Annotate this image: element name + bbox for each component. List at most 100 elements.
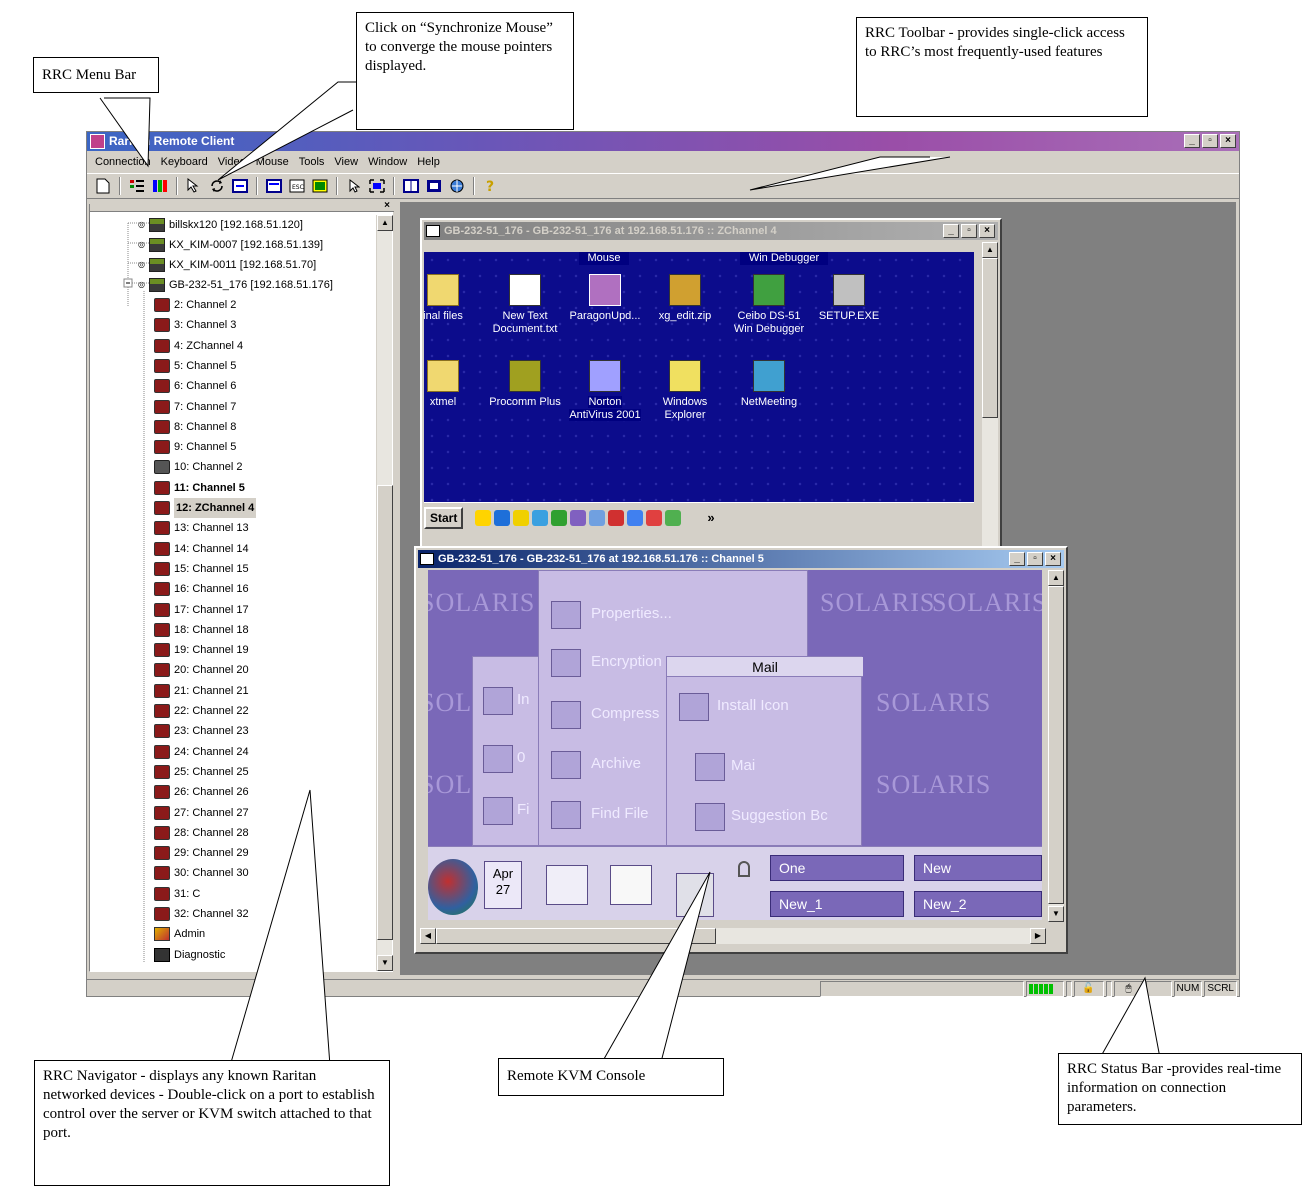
desktop-icon[interactable]: NetMeeting — [730, 360, 808, 409]
workspace-button-new[interactable]: New — [914, 855, 1042, 881]
menu-connection[interactable]: Connection — [90, 156, 156, 168]
close-button[interactable]: × — [979, 224, 995, 238]
lock-icon[interactable] — [738, 861, 750, 877]
port-item[interactable]: Admin — [154, 924, 205, 944]
port-item[interactable]: 19: Channel 19 — [154, 640, 249, 660]
file-manager-icon[interactable] — [546, 865, 588, 905]
mail-item[interactable]: Mai — [731, 757, 755, 774]
port-item[interactable]: 29: Channel 29 — [154, 843, 249, 863]
device-item[interactable]: ◎ GB-232-51_176 [192.168.51.176] — [138, 275, 333, 295]
menu-item-find-file[interactable]: Find File — [591, 805, 649, 822]
port-item[interactable]: Diagnostic — [154, 945, 225, 965]
port-item[interactable]: 16: Channel 16 — [154, 579, 249, 599]
port-item[interactable]: 23: Channel 23 — [154, 721, 249, 741]
menu-item-properties[interactable]: Properties... — [591, 605, 672, 622]
quick-launch-icon[interactable] — [646, 509, 663, 526]
scroll-down-arrow[interactable]: ▼ — [1048, 906, 1064, 922]
desktop-icon[interactable]: Procomm Plus — [486, 360, 564, 409]
workspace-button-one[interactable]: One — [770, 855, 904, 881]
port-item[interactable]: 10: Channel 2 — [154, 457, 243, 477]
port-item[interactable]: 14: Channel 14 — [154, 539, 249, 559]
desktop-icon[interactable]: Windows Explorer — [646, 360, 724, 422]
quick-launch-icon[interactable] — [570, 509, 587, 526]
port-item[interactable]: 17: Channel 17 — [154, 600, 249, 620]
ie-icon[interactable] — [494, 509, 511, 526]
port-item[interactable]: 11: Channel 5 — [154, 478, 245, 498]
scroll-left-arrow[interactable]: ◀ — [420, 928, 436, 944]
close-button[interactable]: × — [1045, 552, 1061, 566]
menu-item-compress[interactable]: Compress — [591, 705, 659, 722]
desktop-icon[interactable]: inal files — [424, 274, 482, 323]
console1-viewport[interactable]: Mouse Win Debugger inal files New Text D… — [424, 242, 980, 548]
find-icon[interactable] — [483, 797, 513, 825]
minimize-button[interactable]: _ — [1009, 552, 1025, 566]
sync-mouse-icon[interactable] — [184, 177, 204, 195]
menu-keyboard[interactable]: Keyboard — [156, 156, 213, 168]
port-item[interactable]: 30: Channel 30 — [154, 863, 249, 883]
desktop-icon[interactable]: SETUP.EXE — [810, 274, 888, 323]
kvm-console-channel5[interactable]: GB-232-51_176 - GB-232-51_176 at 192.168… — [414, 546, 1068, 954]
help-icon[interactable]: ? — [481, 177, 501, 195]
port-item[interactable]: 31: C — [154, 884, 200, 904]
navigator-scrollbar[interactable]: ▲ ▼ — [376, 215, 393, 971]
menu-help[interactable]: Help — [412, 156, 445, 168]
menu-mouse[interactable]: Mouse — [251, 156, 294, 168]
suggestion-icon[interactable] — [695, 803, 725, 831]
remote-desktop-solaris[interactable]: SOLARIS SOLARIS SOLARIS SOLARIS SOLARIS … — [428, 570, 1042, 920]
esc-icon[interactable]: ESC — [287, 177, 307, 195]
port-item[interactable]: 6: Channel 6 — [154, 376, 236, 396]
scroll-up-arrow[interactable]: ▲ — [377, 215, 393, 231]
calendar-icon[interactable] — [483, 745, 513, 773]
minimize-button[interactable]: _ — [943, 224, 959, 238]
quick-launch-icon[interactable] — [665, 509, 682, 526]
install-icon[interactable] — [679, 693, 709, 721]
device-item[interactable]: ◎ billskx120 [192.168.51.120] — [138, 215, 303, 235]
workspace-button-new-2[interactable]: New_2 — [914, 891, 1042, 917]
desktop-icon[interactable]: ParagonUpd... — [566, 274, 644, 323]
calendar-icon[interactable]: Apr 27 — [484, 861, 522, 909]
close-button[interactable]: × — [1220, 134, 1236, 148]
minimize-button[interactable]: _ — [1184, 134, 1200, 148]
quick-launch-icon[interactable] — [589, 509, 606, 526]
scroll-thumb[interactable] — [377, 485, 393, 940]
refresh-icon[interactable] — [207, 177, 227, 195]
scroll-down-arrow[interactable]: ▼ — [377, 955, 393, 971]
fullscreen-icon[interactable] — [367, 177, 387, 195]
mail-icon[interactable] — [695, 753, 725, 781]
connection-icon[interactable] — [447, 177, 467, 195]
desktop-icon[interactable]: Ceibo DS-51 Win Debugger — [730, 274, 808, 336]
port-item[interactable]: 3: Channel 3 — [154, 315, 236, 335]
quick-launch-icon[interactable] — [513, 509, 530, 526]
port-item[interactable]: 2: Channel 2 — [154, 295, 236, 315]
install-icon[interactable] — [483, 687, 513, 715]
maximize-button[interactable]: ▫ — [1027, 552, 1043, 566]
scroll-up-arrow[interactable]: ▲ — [982, 242, 998, 258]
menu-video[interactable]: Video — [213, 156, 251, 168]
quick-launch-icon[interactable] — [627, 509, 644, 526]
port-item[interactable]: 21: Channel 21 — [154, 681, 249, 701]
more-chevron-icon[interactable]: » — [707, 510, 714, 525]
quick-launch-icon[interactable] — [551, 509, 568, 526]
port-item[interactable]: 15: Channel 15 — [154, 559, 249, 579]
start-button[interactable]: Start — [424, 506, 464, 529]
device-item[interactable]: ◎ KX_KIM-0011 [192.168.51.70] — [138, 255, 316, 275]
desktop-icon[interactable]: Norton AntiVirus 2001 — [566, 360, 644, 422]
desktop-icon[interactable]: New Text Document.txt — [486, 274, 564, 336]
new-connection-icon[interactable] — [93, 177, 113, 195]
port-item[interactable]: 7: Channel 7 — [154, 397, 236, 417]
quick-launch-icon[interactable] — [608, 509, 625, 526]
port-item[interactable]: 18: Channel 18 — [154, 620, 249, 640]
desktop-icon[interactable]: xtmel — [424, 360, 482, 409]
port-item[interactable]: 27: Channel 27 — [154, 803, 249, 823]
properties-icon[interactable] — [551, 601, 581, 629]
kvm-console-zchannel4[interactable]: GB-232-51_176 - GB-232-51_176 at 192.168… — [420, 218, 1002, 548]
cascade-icon[interactable] — [424, 177, 444, 195]
console2-vscrollbar[interactable]: ▲ ▼ — [1048, 570, 1064, 922]
menu-item-archive[interactable]: Archive — [591, 755, 641, 772]
keyboard-macro-icon[interactable] — [264, 177, 284, 195]
archive-icon[interactable] — [551, 751, 581, 779]
port-item[interactable]: 32: Channel 32 — [154, 904, 249, 924]
ctrl-alt-del-icon[interactable] — [310, 177, 330, 195]
globe-icon[interactable] — [428, 859, 478, 915]
desktop-icon[interactable]: xg_edit.zip — [646, 274, 724, 323]
